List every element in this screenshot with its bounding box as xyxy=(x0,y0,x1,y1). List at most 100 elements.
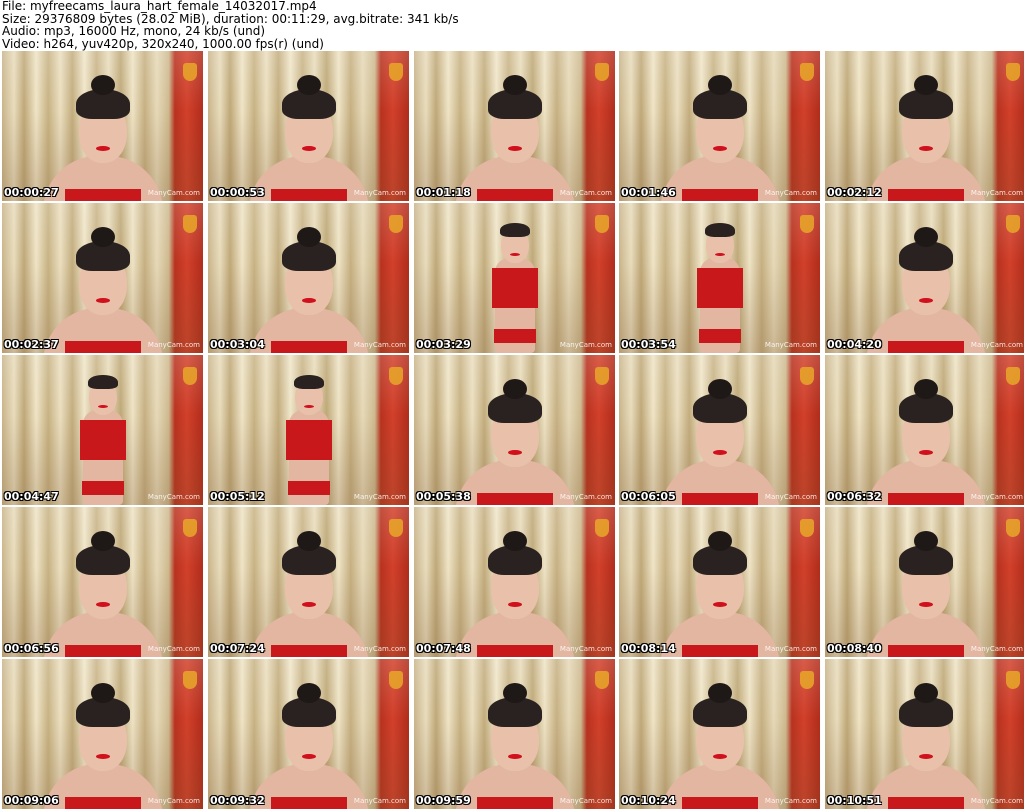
figure-top xyxy=(681,797,758,809)
figure-top xyxy=(64,797,141,809)
figure-lips xyxy=(507,602,522,607)
frame-timestamp: 00:08:40 xyxy=(827,642,882,655)
manycam-watermark: ManyCam.com xyxy=(559,645,612,653)
manycam-watermark: ManyCam.com xyxy=(559,341,612,349)
person-figure xyxy=(248,61,369,201)
person-figure xyxy=(58,365,148,505)
figure-bun xyxy=(296,683,321,703)
figure-lips xyxy=(918,298,933,303)
person-figure xyxy=(42,669,163,809)
figure-lips xyxy=(712,146,727,151)
manycam-watermark: ManyCam.com xyxy=(559,189,612,197)
figure-lips xyxy=(918,602,933,607)
video-frame-thumbnail: ManyCam.com 00:04:20 xyxy=(825,203,1024,353)
frame-timestamp: 00:04:20 xyxy=(827,338,882,351)
video-frame-thumbnail: ManyCam.com 00:09:59 xyxy=(414,659,615,809)
frame-timestamp: 00:01:46 xyxy=(621,186,676,199)
manycam-watermark: ManyCam.com xyxy=(353,797,406,805)
frame-timestamp: 00:00:53 xyxy=(210,186,265,199)
wall-emblem-icon xyxy=(389,671,403,689)
manycam-watermark: ManyCam.com xyxy=(353,645,406,653)
figure-lips xyxy=(303,405,314,408)
frame-timestamp: 00:02:37 xyxy=(4,338,59,351)
video-info-line: Video: h264, yuv420p, 320x240, 1000.00 f… xyxy=(2,36,324,51)
figure-lips xyxy=(507,146,522,151)
person-figure xyxy=(470,213,560,353)
figure-lips xyxy=(95,754,110,759)
figure-top xyxy=(270,645,347,657)
figure-bun xyxy=(913,683,938,703)
figure-bun xyxy=(90,683,115,703)
manycam-watermark: ManyCam.com xyxy=(147,797,200,805)
file-name-line: File: myfreecams_laura_hart_female_14032… xyxy=(2,0,317,13)
figure-lips xyxy=(509,253,520,256)
wall-emblem-icon xyxy=(183,671,197,689)
frame-timestamp: 00:01:18 xyxy=(416,186,471,199)
frame-timestamp: 00:10:24 xyxy=(621,794,676,807)
figure-top xyxy=(681,493,758,505)
file-info-header: File: myfreecams_laura_hart_female_14032… xyxy=(2,0,1022,50)
figure-top xyxy=(270,189,347,201)
manycam-watermark: ManyCam.com xyxy=(147,189,200,197)
figure-top xyxy=(270,341,347,353)
figure-lips xyxy=(301,298,316,303)
frame-timestamp: 00:03:54 xyxy=(621,338,676,351)
figure-bottom xyxy=(287,481,330,495)
frame-timestamp: 00:04:47 xyxy=(4,490,59,503)
person-figure xyxy=(454,365,575,505)
person-figure xyxy=(248,213,369,353)
video-frame-thumbnail: ManyCam.com 00:09:32 xyxy=(208,659,409,809)
figure-top xyxy=(79,420,126,460)
frame-timestamp: 00:07:48 xyxy=(416,642,471,655)
wall-emblem-icon xyxy=(800,519,814,537)
figure-bun xyxy=(90,75,115,95)
figure-bottom xyxy=(698,329,741,343)
video-frame-thumbnail: ManyCam.com 00:07:24 xyxy=(208,507,409,657)
figure-top xyxy=(64,341,141,353)
figure-bun xyxy=(502,531,527,551)
person-figure xyxy=(454,669,575,809)
wall-emblem-icon xyxy=(595,367,609,385)
figure-bun xyxy=(913,227,938,247)
video-frame-thumbnail: ManyCam.com 00:00:27 xyxy=(2,51,203,201)
figure-top xyxy=(887,797,964,809)
person-figure xyxy=(865,517,986,657)
video-frame-thumbnail: ManyCam.com 00:01:46 xyxy=(619,51,820,201)
frame-timestamp: 00:05:38 xyxy=(416,490,471,503)
figure-top xyxy=(270,797,347,809)
figure-bun xyxy=(707,379,732,399)
wall-emblem-icon xyxy=(183,63,197,81)
video-frame-thumbnail: ManyCam.com 00:06:56 xyxy=(2,507,203,657)
wall-emblem-icon xyxy=(1006,367,1020,385)
manycam-watermark: ManyCam.com xyxy=(559,493,612,501)
figure-top xyxy=(681,189,758,201)
person-figure xyxy=(659,365,780,505)
manycam-watermark: ManyCam.com xyxy=(764,341,817,349)
frame-timestamp: 00:10:51 xyxy=(827,794,882,807)
wall-emblem-icon xyxy=(183,215,197,233)
figure-bottom xyxy=(493,329,536,343)
frame-timestamp: 00:06:32 xyxy=(827,490,882,503)
frame-timestamp: 00:05:12 xyxy=(210,490,265,503)
figure-lips xyxy=(507,754,522,759)
frame-timestamp: 00:08:14 xyxy=(621,642,676,655)
wall-emblem-icon xyxy=(1006,63,1020,81)
person-figure xyxy=(865,61,986,201)
figure-top xyxy=(476,493,553,505)
figure-lips xyxy=(918,754,933,759)
wall-emblem-icon xyxy=(389,215,403,233)
figure-hair xyxy=(87,375,118,389)
manycam-watermark: ManyCam.com xyxy=(970,189,1023,197)
person-figure xyxy=(865,669,986,809)
figure-bottom xyxy=(81,481,124,495)
manycam-watermark: ManyCam.com xyxy=(764,493,817,501)
figure-top xyxy=(64,189,141,201)
person-figure xyxy=(454,61,575,201)
manycam-watermark: ManyCam.com xyxy=(147,645,200,653)
figure-lips xyxy=(712,602,727,607)
figure-lips xyxy=(95,298,110,303)
wall-emblem-icon xyxy=(1006,671,1020,689)
figure-top xyxy=(681,645,758,657)
manycam-watermark: ManyCam.com xyxy=(147,493,200,501)
person-figure xyxy=(865,213,986,353)
